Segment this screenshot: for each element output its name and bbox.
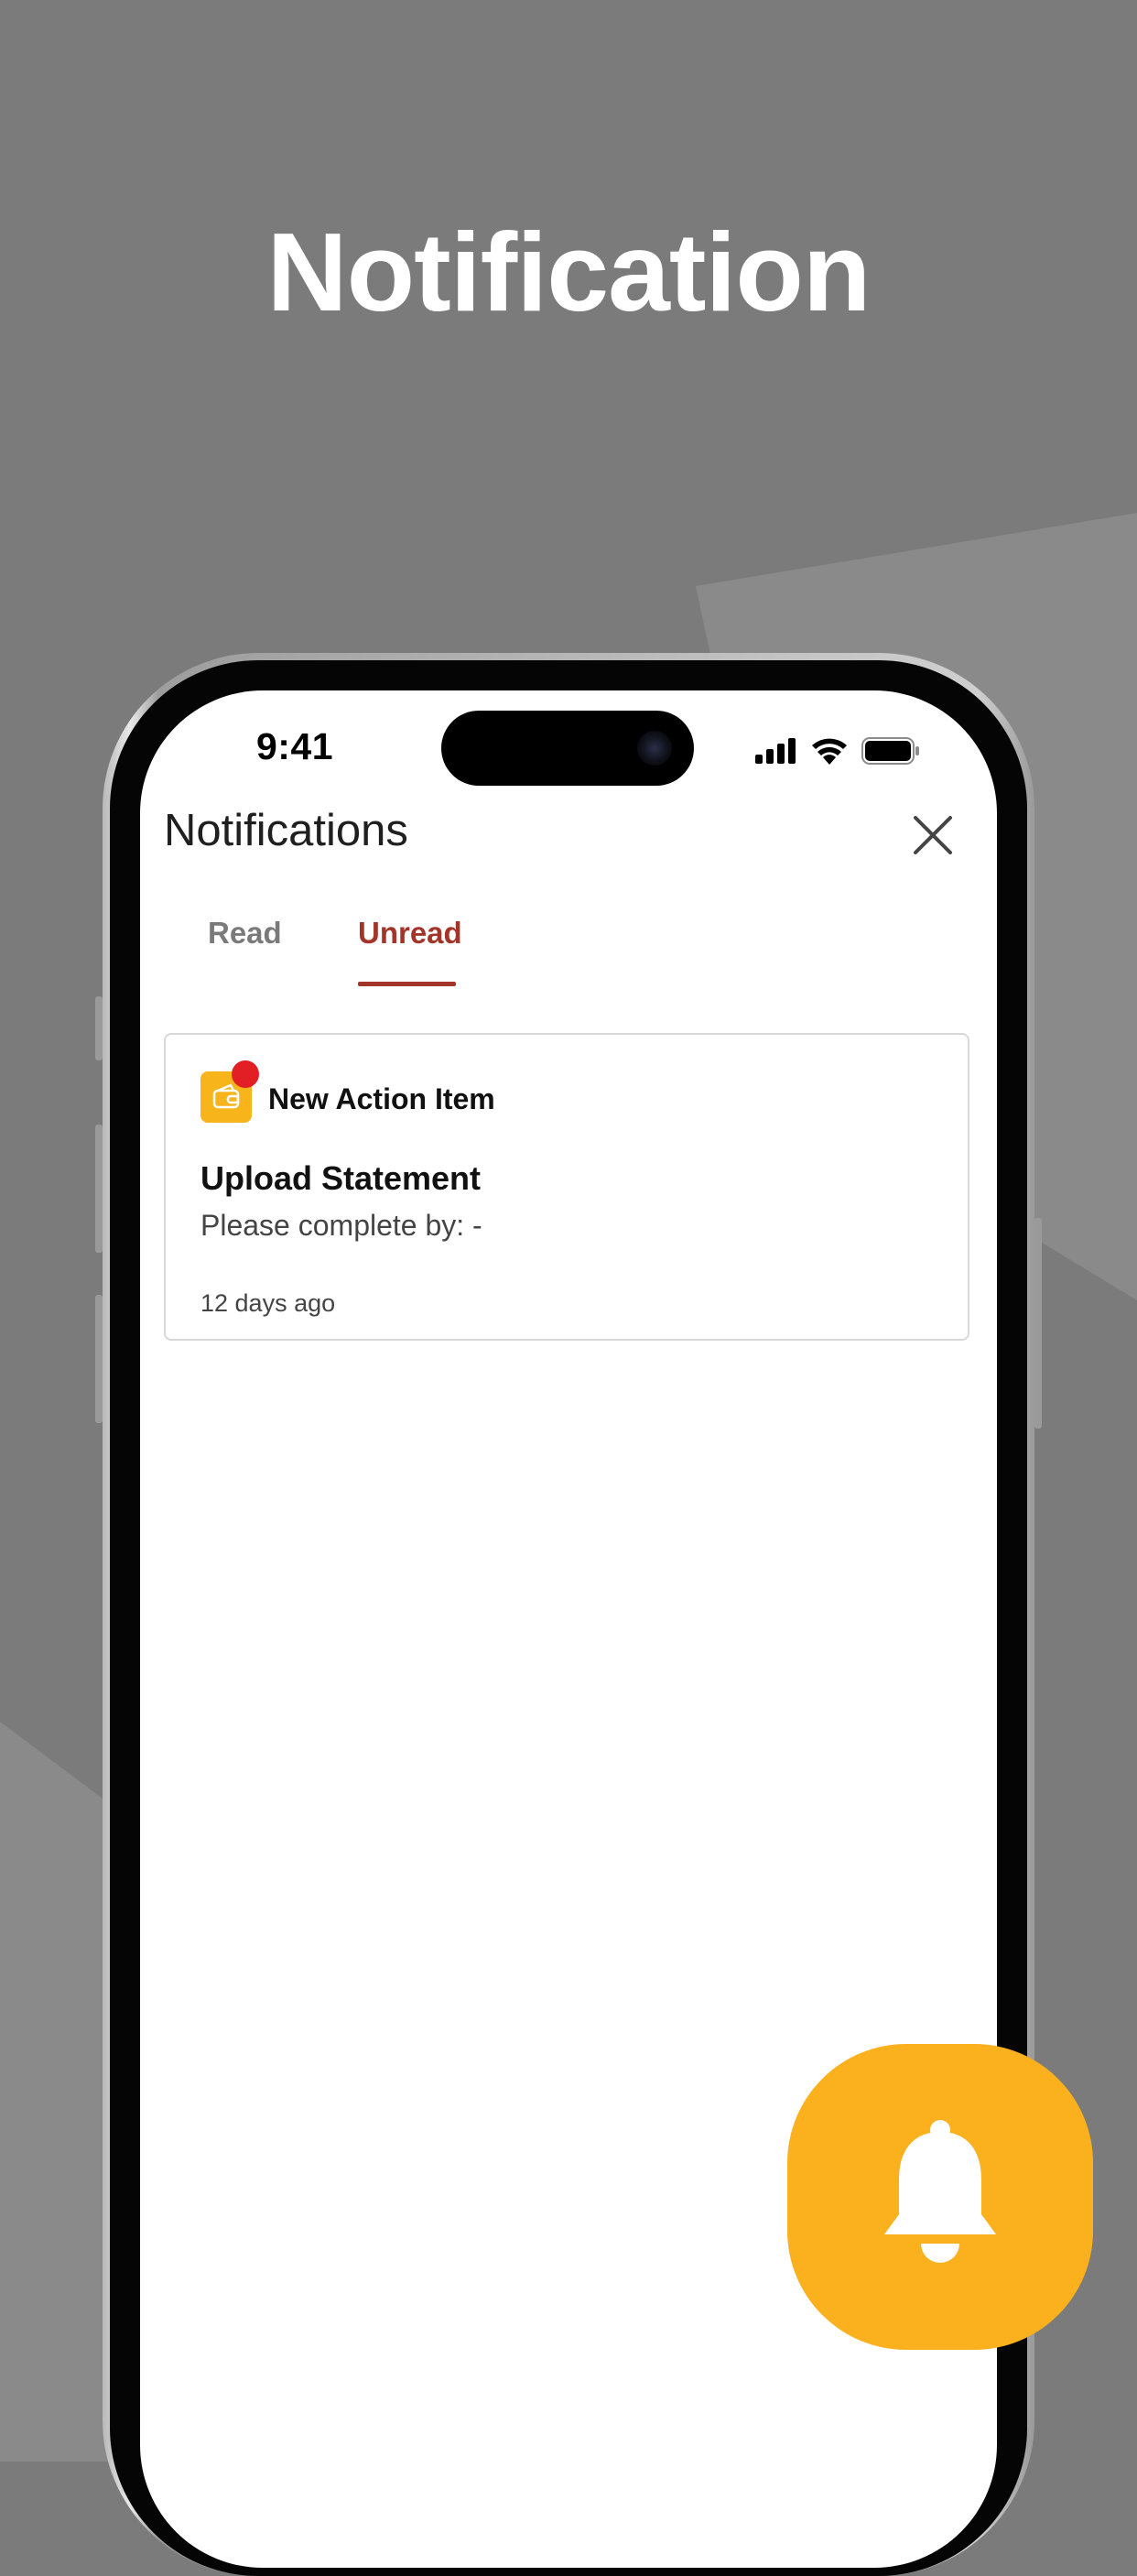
status-time: 9:41 bbox=[256, 725, 334, 767]
tab-unread[interactable]: Unread bbox=[358, 910, 462, 948]
notification-card[interactable]: New Action Item Upload Statement Please … bbox=[164, 1033, 969, 1341]
notification-type: New Action Item bbox=[268, 1082, 495, 1115]
phone-volume-down bbox=[95, 1295, 103, 1423]
wifi-icon bbox=[812, 738, 847, 765]
close-button[interactable] bbox=[907, 810, 958, 861]
bell-badge bbox=[787, 2044, 1093, 2350]
bell-icon bbox=[884, 2120, 996, 2263]
notifications-title: Notifications bbox=[164, 806, 408, 855]
camera-icon bbox=[637, 731, 672, 766]
active-tab-indicator bbox=[358, 982, 456, 986]
dynamic-island bbox=[441, 711, 694, 786]
status-icons bbox=[755, 736, 920, 766]
wallet-icon bbox=[212, 1083, 240, 1109]
notification-title: Upload Statement bbox=[200, 1159, 482, 1197]
hero-title: Notification bbox=[266, 210, 872, 334]
close-icon bbox=[914, 816, 952, 854]
tab-bar: Read Unread bbox=[164, 910, 969, 993]
tab-read[interactable]: Read bbox=[208, 910, 282, 948]
phone-power-button bbox=[1034, 1218, 1042, 1429]
notification-time: 12 days ago bbox=[200, 1289, 336, 1317]
cellular-signal-icon bbox=[755, 738, 796, 764]
unread-indicator-dot bbox=[232, 1060, 259, 1088]
phone-volume-up bbox=[95, 1125, 103, 1253]
phone-mute-switch bbox=[95, 996, 103, 1060]
notification-subtitle: Please complete by: - bbox=[200, 1209, 482, 1242]
battery-icon bbox=[861, 737, 919, 765]
